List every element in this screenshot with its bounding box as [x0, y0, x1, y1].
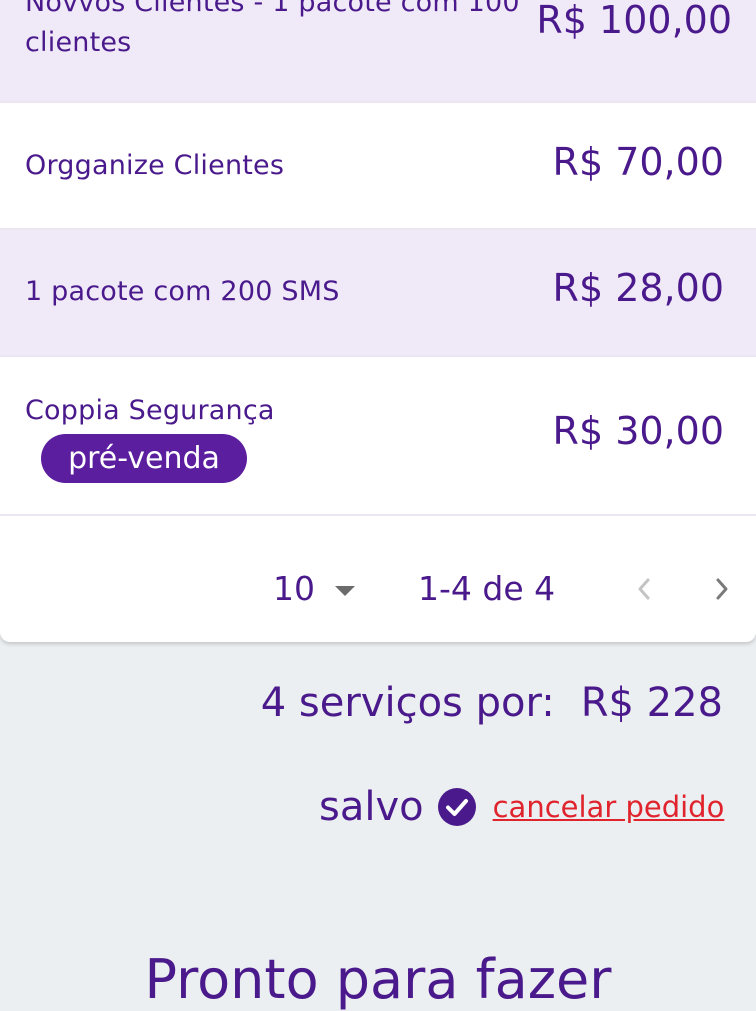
summary-label: 4 serviços por: — [260, 680, 555, 726]
order-summary: 4 serviços por: R$ 228 — [261, 680, 723, 726]
table-row[interactable]: Coppia Segurança pré-venda R$ 30,00 — [0, 357, 756, 516]
table-row[interactable]: Novvos Clientes - 1 pacote com 100 clien… — [0, 0, 756, 103]
service-name: Orgganize Clientes — [25, 150, 285, 181]
previous-page-button[interactable] — [629, 572, 659, 606]
saved-label: salvo — [319, 784, 424, 830]
caret-down-icon — [335, 585, 355, 596]
service-price: R$ 100,00 — [536, 0, 732, 42]
table-row[interactable]: 1 pacote com 200 SMS R$ 28,00 — [0, 230, 756, 357]
chevron-right-icon — [716, 578, 728, 600]
services-table: Novvos Clientes - 1 pacote com 100 clien… — [0, 0, 756, 642]
next-page-button[interactable] — [707, 572, 737, 606]
page-range: 1-4 de 4 — [418, 569, 556, 608]
service-price: R$ 30,00 — [552, 409, 724, 453]
cancel-order-link[interactable]: cancelar pedido — [493, 790, 725, 824]
service-name: 1 pacote com 200 SMS — [25, 276, 340, 307]
service-price: R$ 28,00 — [552, 266, 724, 310]
rows-per-page-value: 10 — [273, 569, 315, 608]
service-name: Coppia Segurança — [25, 395, 275, 426]
table-pagination: 10 1-4 de 4 — [0, 516, 756, 642]
chevron-left-icon — [638, 578, 650, 600]
service-name: Novvos Clientes - 1 pacote com 100 clien… — [25, 0, 520, 58]
presale-badge: pré-venda — [41, 434, 247, 483]
rows-per-page-select[interactable]: 10 — [273, 569, 355, 608]
table-row[interactable]: Orgganize Clientes R$ 70,00 — [0, 103, 756, 230]
check-circle-icon — [437, 788, 476, 826]
summary-total: R$ 228 — [580, 680, 723, 726]
service-price: R$ 70,00 — [552, 140, 724, 184]
save-status: salvo cancelar pedido — [319, 782, 724, 832]
ready-title: Pronto para fazer — [144, 948, 612, 1011]
